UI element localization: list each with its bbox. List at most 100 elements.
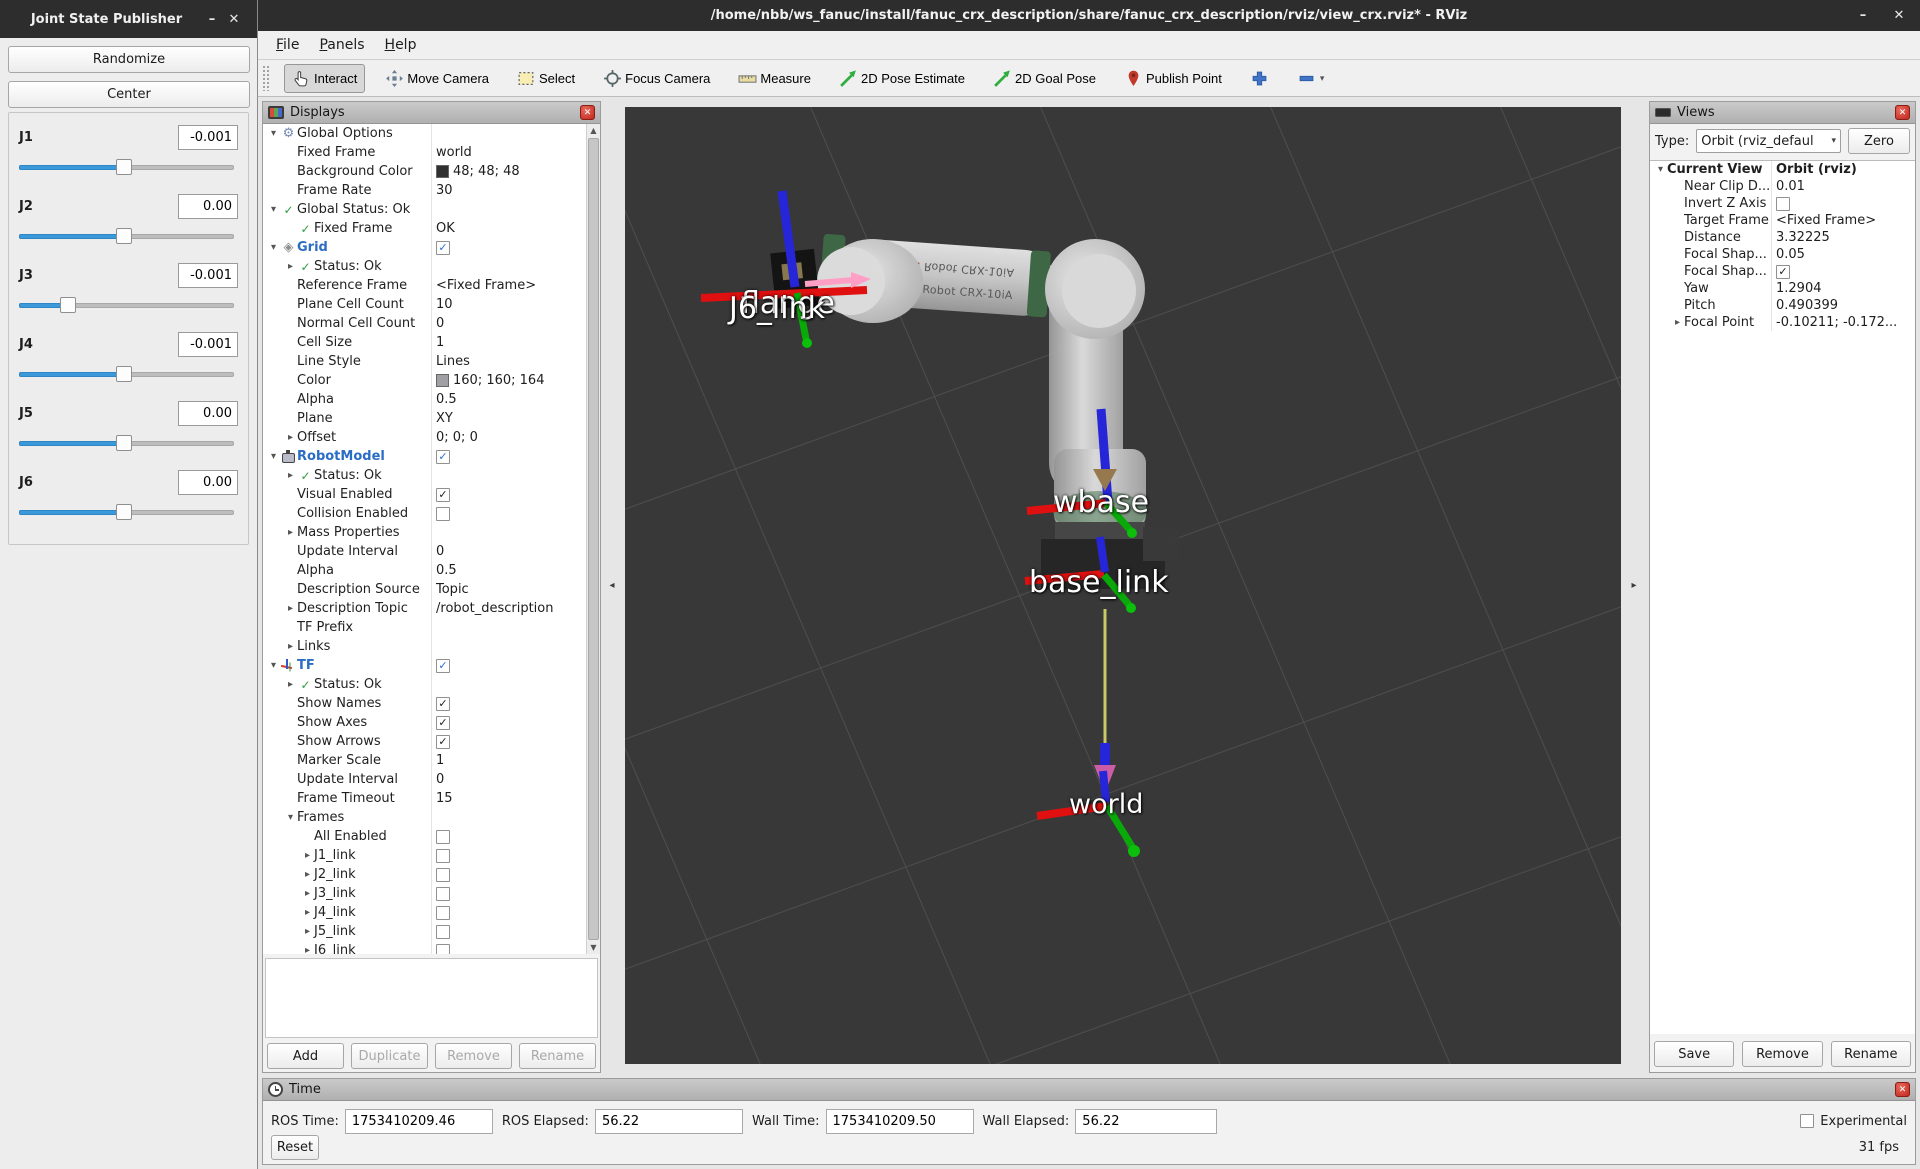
joint-value-field[interactable] [178, 470, 238, 495]
tree-row[interactable]: Frame Rate30 [263, 181, 600, 200]
tree-row[interactable]: ▾⚙Global Options [263, 124, 600, 143]
tree-row[interactable]: Update Interval0 [263, 770, 600, 789]
scroll-down-icon[interactable]: ▼ [587, 941, 600, 954]
render-viewport[interactable]: FANUC Robot CRX-10iA FANUC Robot CRX-10i… [625, 107, 1621, 1064]
checkbox[interactable] [436, 868, 450, 882]
tree-row[interactable]: ▾TF [263, 656, 600, 675]
menu-help[interactable]: Help [375, 34, 427, 56]
expander-icon[interactable]: ▾ [267, 242, 280, 253]
tree-row[interactable]: ▸Offset0; 0; 0 [263, 428, 600, 447]
scroll-up-icon[interactable]: ▲ [587, 124, 600, 137]
expander-icon[interactable]: ▸ [301, 869, 314, 880]
rviz-close-button[interactable]: ✕ [1888, 8, 1910, 23]
views-panel-header[interactable]: Views ✕ [1650, 102, 1915, 124]
tree-row[interactable]: Collision Enabled [263, 504, 600, 523]
tree-row[interactable]: Focal Shap... [1650, 263, 1915, 280]
expander-icon[interactable]: ▸ [284, 527, 297, 538]
ros-time-field[interactable] [345, 1109, 493, 1134]
expander-icon[interactable]: ▸ [284, 641, 297, 652]
tree-row[interactable]: Update Interval0 [263, 542, 600, 561]
views-close-icon[interactable]: ✕ [1895, 105, 1910, 120]
expander-icon[interactable]: ▸ [284, 679, 297, 690]
tree-row[interactable]: ▸Mass Properties [263, 523, 600, 542]
displays-panel-header[interactable]: Displays ✕ [263, 102, 600, 124]
ros-elapsed-field[interactable] [595, 1109, 743, 1134]
expander-icon[interactable]: ▾ [284, 812, 297, 823]
tool-plus[interactable] [1242, 64, 1277, 93]
zero-button[interactable]: Zero [1848, 128, 1910, 154]
tree-row[interactable]: Target Frame<Fixed Frame> [1650, 212, 1915, 229]
tree-row[interactable]: Description SourceTopic [263, 580, 600, 599]
collapse-left-handle[interactable]: ◂ [602, 574, 622, 596]
tree-row[interactable]: ▸J3_link [263, 884, 600, 903]
tree-row[interactable]: Frame Timeout15 [263, 789, 600, 808]
expander-icon[interactable]: ▾ [1654, 164, 1667, 175]
joint-slider[interactable] [19, 227, 238, 247]
expander-icon[interactable]: ▸ [284, 603, 297, 614]
checkbox[interactable] [436, 735, 450, 749]
checkbox[interactable] [436, 716, 450, 730]
tree-row[interactable]: Focal Shap...0.05 [1650, 246, 1915, 263]
tree-row[interactable]: Alpha0.5 [263, 561, 600, 580]
slider-handle[interactable] [60, 297, 76, 313]
time-panel-header[interactable]: Time ✕ [263, 1079, 1915, 1101]
joint-value-field[interactable] [178, 332, 238, 357]
tree-row[interactable]: ▸✓Status: Ok [263, 675, 600, 694]
joint-slider[interactable] [19, 158, 238, 178]
joint-value-field[interactable] [178, 401, 238, 426]
checkbox[interactable] [436, 944, 450, 955]
menu-panels[interactable]: Panels [309, 34, 374, 56]
toolbar-drag-handle[interactable] [262, 65, 270, 91]
tree-row[interactable]: Yaw1.2904 [1650, 280, 1915, 297]
tree-row[interactable]: Cell Size1 [263, 333, 600, 352]
expander-icon[interactable]: ▾ [267, 660, 280, 671]
tool-select[interactable]: Select [509, 64, 583, 93]
randomize-button[interactable]: Randomize [8, 46, 250, 73]
tree-row[interactable]: ▸J4_link [263, 903, 600, 922]
tree-row[interactable]: Distance3.32225 [1650, 229, 1915, 246]
tree-row[interactable]: ▾RobotModel [263, 447, 600, 466]
tree-row[interactable]: Fixed Frameworld [263, 143, 600, 162]
expander-icon[interactable]: ▾ [267, 128, 280, 139]
menu-file[interactable]: File [266, 34, 309, 56]
tree-row[interactable]: ▸J6_link [263, 941, 600, 954]
checkbox[interactable] [436, 925, 450, 939]
tree-row[interactable]: ▸Description Topic/robot_description [263, 599, 600, 618]
experimental-checkbox[interactable] [1800, 1114, 1814, 1128]
tree-row[interactable]: Line StyleLines [263, 352, 600, 371]
joint-slider[interactable] [19, 296, 238, 316]
expander-icon[interactable]: ▸ [284, 470, 297, 481]
expander-icon[interactable]: ▸ [301, 850, 314, 861]
checkbox[interactable] [436, 450, 450, 464]
rviz-minimize-button[interactable]: – [1852, 8, 1874, 23]
tree-row[interactable]: Background Color48; 48; 48 [263, 162, 600, 181]
time-close-icon[interactable]: ✕ [1895, 1082, 1910, 1097]
collapse-right-handle[interactable]: ▸ [1624, 574, 1644, 596]
tree-row[interactable]: Show Arrows [263, 732, 600, 751]
remove-button[interactable]: Remove [1742, 1041, 1822, 1067]
tree-row[interactable]: Reference Frame<Fixed Frame> [263, 276, 600, 295]
expander-icon[interactable]: ▸ [301, 907, 314, 918]
expander-icon[interactable]: ▸ [284, 261, 297, 272]
checkbox[interactable] [1776, 265, 1790, 279]
tree-row[interactable]: ▾◈Grid [263, 238, 600, 257]
tree-row[interactable]: Pitch0.490399 [1650, 297, 1915, 314]
checkbox[interactable] [436, 849, 450, 863]
tree-row[interactable]: Show Names [263, 694, 600, 713]
tool-2d-pose-estimate[interactable]: 2D Pose Estimate [831, 64, 973, 93]
wall-elapsed-field[interactable] [1075, 1109, 1217, 1134]
center-button[interactable]: Center [8, 81, 250, 108]
tree-row[interactable]: TF Prefix [263, 618, 600, 637]
scrollbar-thumb[interactable] [588, 138, 599, 940]
save-button[interactable]: Save [1654, 1041, 1734, 1067]
checkbox[interactable] [436, 659, 450, 673]
tree-row[interactable]: Invert Z Axis [1650, 195, 1915, 212]
tree-row[interactable]: Marker Scale1 [263, 751, 600, 770]
tree-row[interactable]: Alpha0.5 [263, 390, 600, 409]
expander-icon[interactable]: ▸ [301, 926, 314, 937]
checkbox[interactable] [436, 697, 450, 711]
tree-row[interactable]: Color160; 160; 164 [263, 371, 600, 390]
slider-handle[interactable] [116, 435, 132, 451]
reset-button[interactable]: Reset [271, 1135, 319, 1160]
tool-focus-camera[interactable]: Focus Camera [595, 64, 718, 93]
